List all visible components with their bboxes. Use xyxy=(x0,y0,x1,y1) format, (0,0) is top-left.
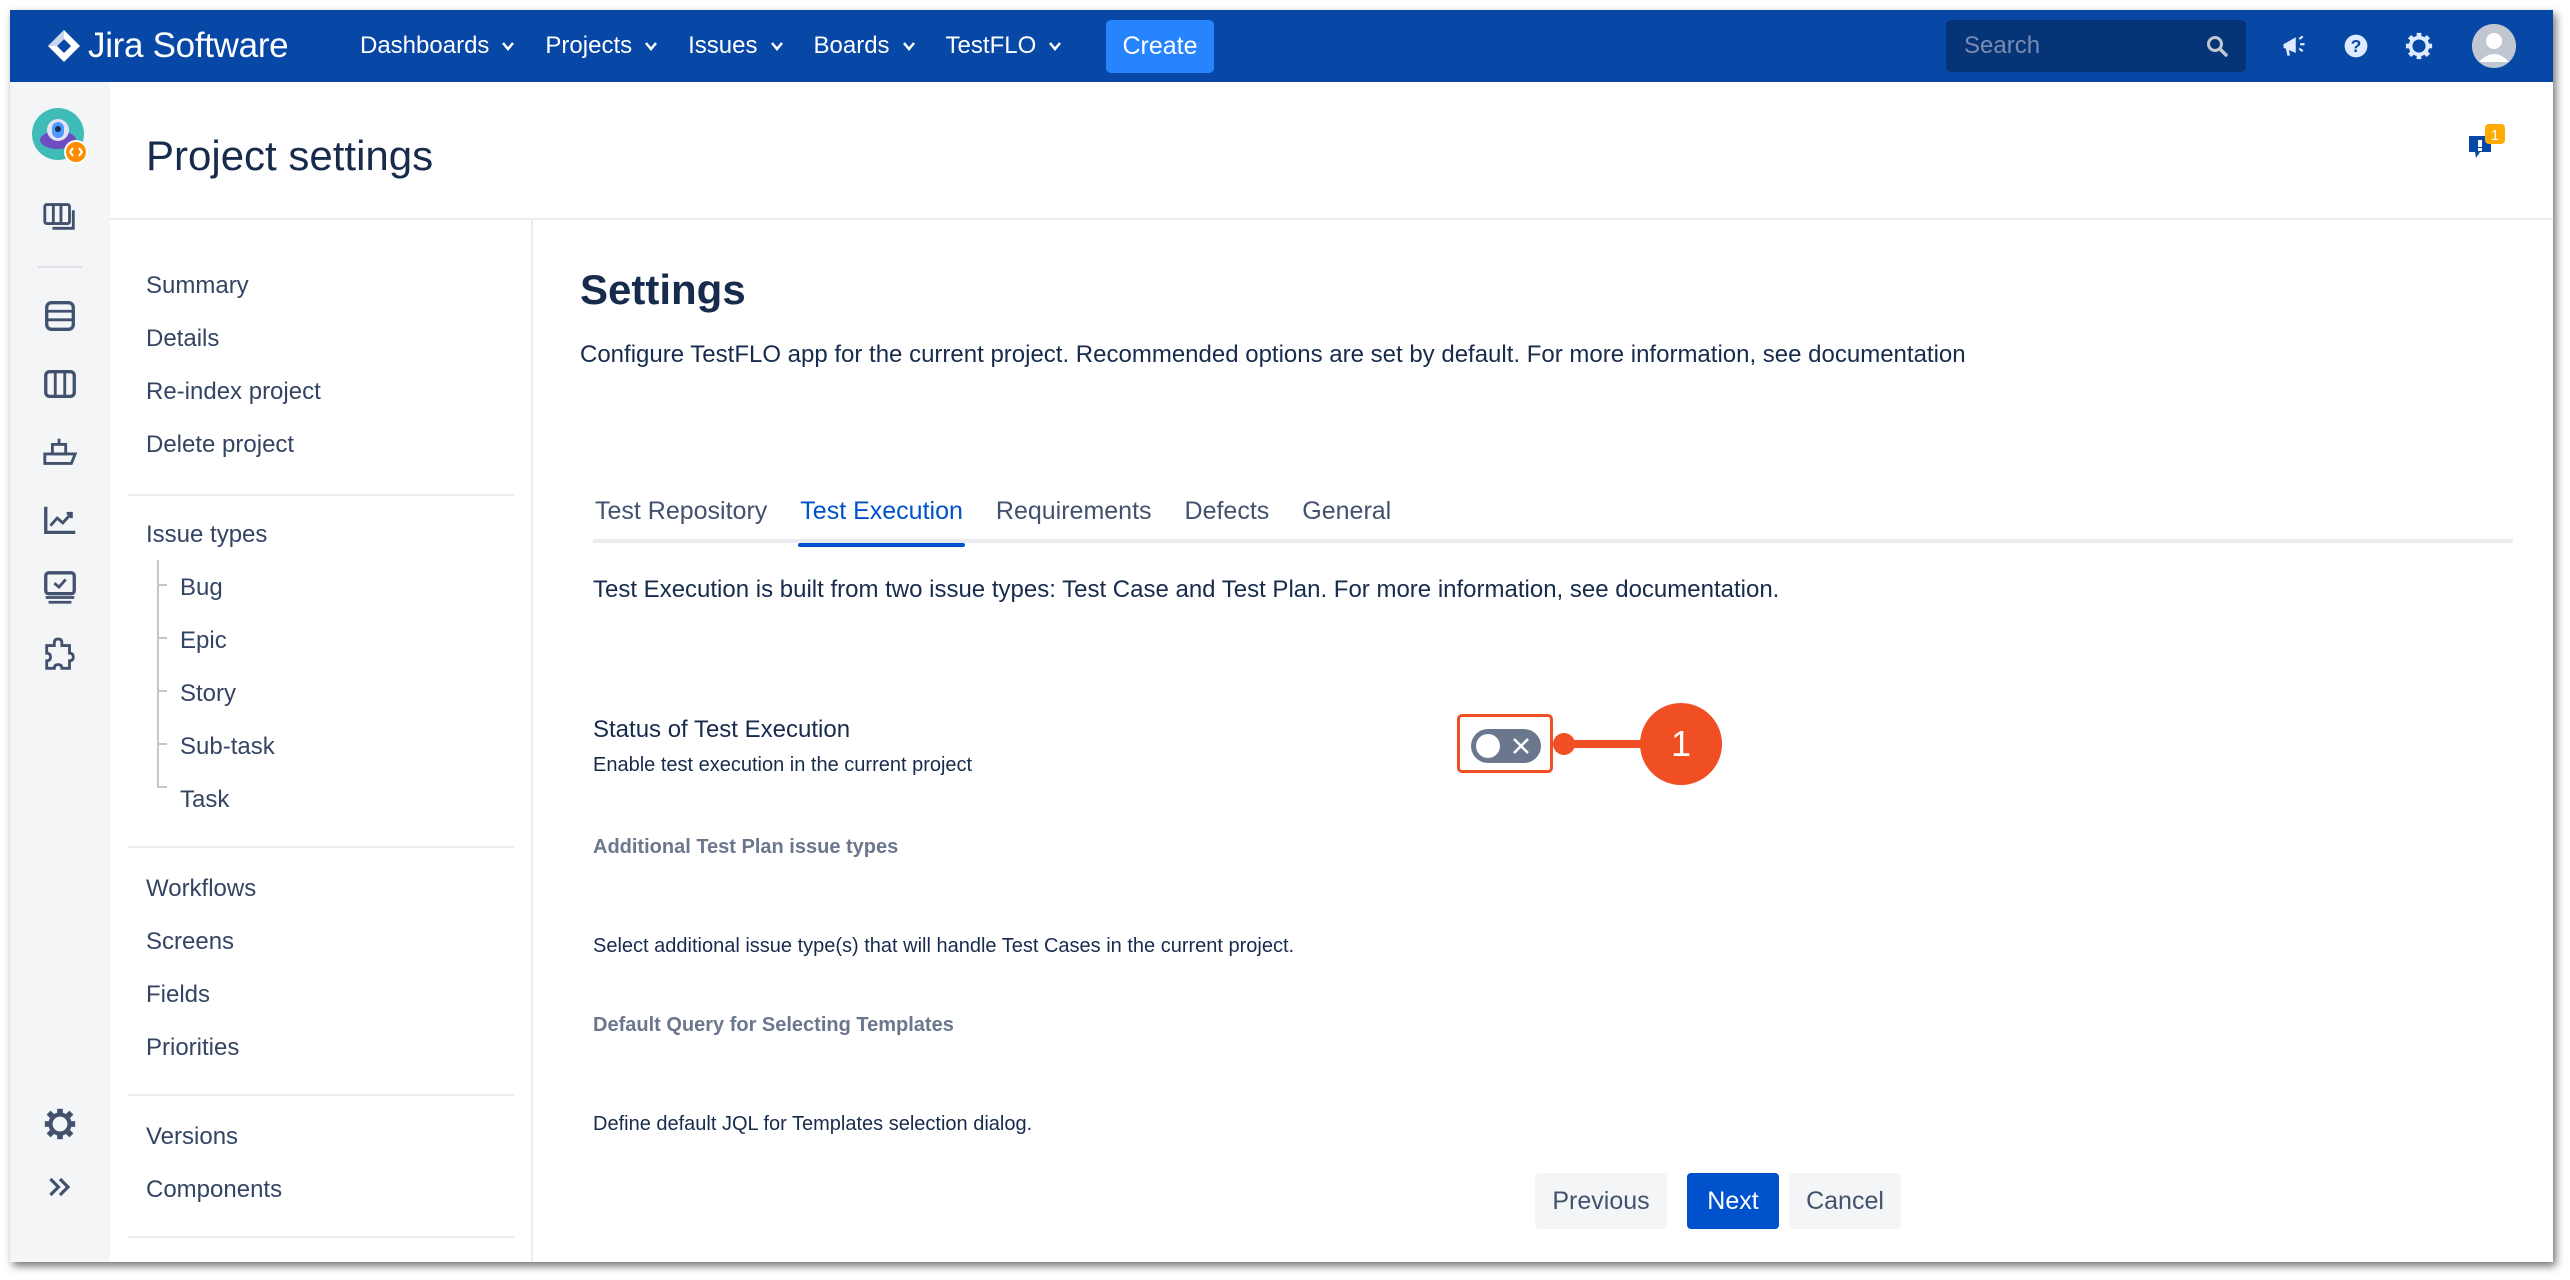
chevron-down-icon xyxy=(770,42,783,51)
page-title: Project settings xyxy=(146,132,434,179)
nav-issue-type-task[interactable]: Task xyxy=(180,786,229,814)
chevron-down-icon xyxy=(1049,42,1062,51)
next-button[interactable]: Next xyxy=(1687,1173,1779,1229)
nav-testflo[interactable]: TestFLO xyxy=(946,32,1063,60)
search-icon[interactable] xyxy=(2206,35,2228,57)
releases-icon[interactable] xyxy=(40,432,80,472)
add-ons-icon[interactable] xyxy=(40,636,80,676)
nav-label: Boards xyxy=(813,32,890,59)
feedback-icon: 1 xyxy=(2469,124,2505,158)
tab-general[interactable]: General xyxy=(1300,497,1393,543)
test-execution-toggle[interactable] xyxy=(1471,729,1541,763)
nav-label: Dashboards xyxy=(360,32,490,59)
tab-test-repository[interactable]: Test Repository xyxy=(593,497,769,543)
tab-defects[interactable]: Defects xyxy=(1183,497,1272,543)
tests-icon[interactable] xyxy=(40,568,80,608)
tab-requirements[interactable]: Requirements xyxy=(994,497,1154,543)
notifications-button[interactable]: 1 xyxy=(2465,122,2509,166)
sidebar-divider xyxy=(38,266,82,268)
project-settings-icon[interactable] xyxy=(40,1104,80,1144)
reports-icon[interactable] xyxy=(40,500,80,540)
active-sprints-icon[interactable] xyxy=(40,364,80,404)
additional-types-label: Additional Test Plan issue types xyxy=(593,836,899,858)
nav-dashboards[interactable]: Dashboards xyxy=(360,32,515,60)
callout-line xyxy=(1563,740,1645,748)
nav-components[interactable]: Components xyxy=(146,1176,282,1204)
test-execution-description: Test Execution is built from two issue t… xyxy=(593,576,1780,603)
nav-issues[interactable]: Issues xyxy=(688,32,783,60)
nav-divider xyxy=(128,494,514,496)
tree-tick xyxy=(157,786,167,788)
nav-boards[interactable]: Boards xyxy=(814,32,916,60)
settings-tabs: Test Repository Test Execution Requireme… xyxy=(593,497,2513,547)
svg-text:?: ? xyxy=(2351,36,2362,56)
additional-types-description: Select additional issue type(s) that wil… xyxy=(593,935,1295,957)
nav-issue-type-epic[interactable]: Epic xyxy=(180,627,227,655)
nav-issue-type-subtask[interactable]: Sub-task xyxy=(180,733,275,761)
nav-fields[interactable]: Fields xyxy=(146,981,210,1009)
nav-screens[interactable]: Screens xyxy=(146,928,234,956)
status-description: Enable test execution in the current pro… xyxy=(593,754,973,776)
tab-test-execution[interactable]: Test Execution xyxy=(798,497,965,547)
backlog-icon[interactable] xyxy=(40,296,80,336)
chevron-down-icon xyxy=(502,42,515,51)
nav-label: Issues xyxy=(688,32,758,59)
nav-versions[interactable]: Versions xyxy=(146,1123,238,1151)
settings-title: Settings xyxy=(580,266,746,313)
main-nav: Dashboards Projects Issues Boards TestFL… xyxy=(360,10,1092,82)
toggle-knob xyxy=(1476,734,1500,758)
nav-workflows[interactable]: Workflows xyxy=(146,875,256,903)
nav-label: Projects xyxy=(545,32,633,59)
nav-divider xyxy=(128,1094,514,1096)
default-query-description: Define default JQL for Templates selecti… xyxy=(593,1113,1033,1135)
tree-line xyxy=(157,560,159,786)
user-avatar[interactable] xyxy=(2472,24,2516,68)
nav-projects[interactable]: Projects xyxy=(545,32,658,60)
nav-reindex-project[interactable]: Re-index project xyxy=(146,378,321,406)
settings-description: Configure TestFLO app for the current pr… xyxy=(580,341,1966,368)
project-sidebar xyxy=(10,82,110,1262)
previous-button[interactable]: Previous xyxy=(1535,1173,1667,1229)
nav-summary[interactable]: Summary xyxy=(146,272,249,300)
browser-page: Jira Software Dashboards Projects Issues… xyxy=(10,10,2553,1262)
board-icon[interactable] xyxy=(40,196,80,236)
megaphone-icon[interactable] xyxy=(2278,30,2310,62)
jira-logo[interactable]: Jira Software xyxy=(46,22,289,70)
chevron-down-icon xyxy=(902,42,915,51)
nav-divider xyxy=(128,1236,514,1238)
default-query-label: Default Query for Selecting Templates xyxy=(593,1014,954,1036)
nav-details[interactable]: Details xyxy=(146,325,219,353)
cancel-button[interactable]: Cancel xyxy=(1789,1173,1901,1229)
brand-name: Jira Software xyxy=(88,26,289,65)
jira-diamond-icon xyxy=(48,30,80,62)
nav-label: TestFLO xyxy=(945,32,1037,59)
tree-tick xyxy=(157,584,167,586)
tree-tick xyxy=(157,637,167,639)
nav-border xyxy=(531,220,533,1262)
project-settings-nav: Summary Details Re-index project Delete … xyxy=(110,220,532,1262)
nav-priorities[interactable]: Priorities xyxy=(146,1034,239,1062)
notification-count: 1 xyxy=(2491,127,2499,144)
expand-sidebar-icon[interactable] xyxy=(40,1167,80,1207)
nav-issue-type-bug[interactable]: Bug xyxy=(180,574,223,602)
help-icon[interactable]: ? xyxy=(2340,30,2372,62)
tree-tick xyxy=(157,690,167,692)
top-navigation-bar: Jira Software Dashboards Projects Issues… xyxy=(10,10,2553,82)
create-button[interactable]: Create xyxy=(1106,20,1214,73)
toggle-highlight xyxy=(1457,714,1553,773)
nav-issue-type-story[interactable]: Story xyxy=(180,680,236,708)
callout-badge: 1 xyxy=(1640,703,1722,785)
search-box[interactable] xyxy=(1946,20,2246,72)
nav-divider xyxy=(128,846,514,848)
close-icon xyxy=(1513,738,1529,754)
tree-tick xyxy=(157,743,167,745)
settings-icon[interactable] xyxy=(2403,30,2435,62)
project-avatar[interactable] xyxy=(32,108,88,164)
search-input[interactable] xyxy=(1964,32,2194,60)
chevron-down-icon xyxy=(645,42,658,51)
status-label: Status of Test Execution xyxy=(593,716,851,743)
nav-delete-project[interactable]: Delete project xyxy=(146,431,294,459)
nav-issue-types[interactable]: Issue types xyxy=(146,521,267,549)
